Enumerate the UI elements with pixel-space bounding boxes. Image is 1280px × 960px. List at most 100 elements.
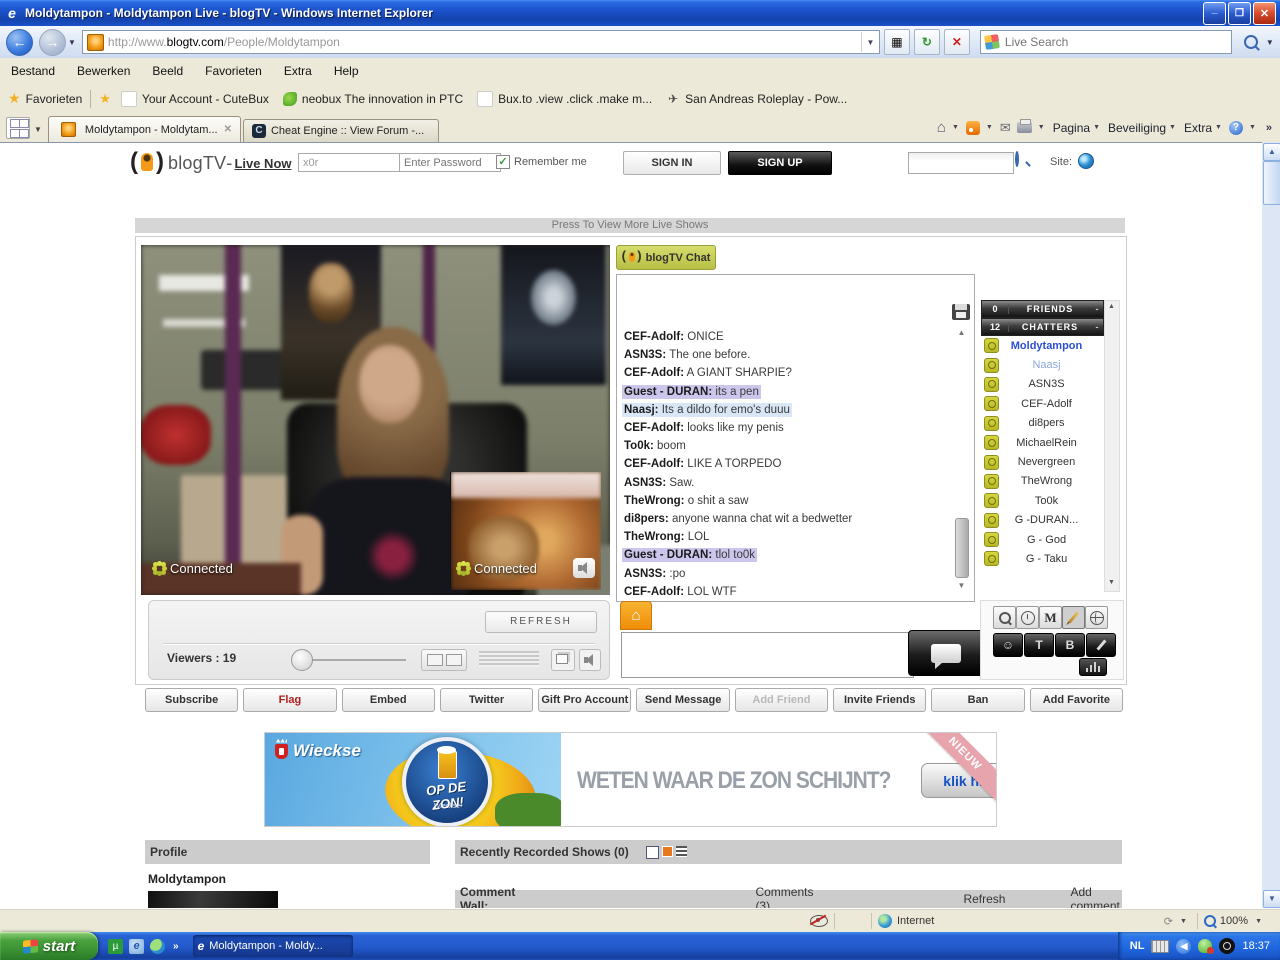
seek-track[interactable]: [301, 659, 406, 661]
scroll-thumb[interactable]: [1263, 161, 1280, 205]
action-button[interactable]: Send Message: [636, 688, 729, 712]
mail-icon[interactable]: ✉: [1000, 120, 1011, 136]
refresh-button[interactable]: ↻: [914, 29, 940, 55]
url-text[interactable]: http://www.blogtv.com/People/Moldytampon: [108, 35, 861, 49]
favorites-link[interactable]: neobux The innovation in PTC: [283, 92, 463, 106]
stop-button[interactable]: ✕: [944, 29, 970, 55]
text-style-button[interactable]: T: [1024, 633, 1054, 657]
roster-scroll-down-icon[interactable]: ▼: [1105, 577, 1118, 589]
menu-item[interactable]: Extra: [273, 64, 323, 78]
list-view-icon[interactable]: [646, 846, 659, 859]
add-favorite-icon[interactable]: ★: [99, 91, 111, 107]
chat-scroll-up-icon[interactable]: ▲: [954, 326, 969, 339]
emoticon-button[interactable]: ☺: [993, 633, 1023, 657]
tab-cheat-engine[interactable]: C Cheat Engine :: View Forum -...: [243, 119, 439, 142]
inset-mute-button[interactable]: [573, 558, 595, 578]
menu-item[interactable]: Help: [323, 64, 370, 78]
rss-icon[interactable]: [966, 121, 980, 135]
msn-status-icon[interactable]: [1198, 939, 1212, 953]
pen-button[interactable]: [1086, 633, 1116, 657]
mute-button[interactable]: [579, 649, 601, 671]
language-button[interactable]: [1085, 606, 1108, 629]
menu-item[interactable]: Beeld: [141, 64, 194, 78]
favorites-link[interactable]: Your Account - CuteBux: [121, 91, 269, 107]
bold-button[interactable]: B: [1055, 633, 1085, 657]
favorites-label[interactable]: Favorieten: [26, 92, 83, 106]
chatters-header[interactable]: 12 CHATTERS -: [981, 318, 1104, 336]
chat-home-tab[interactable]: ⌂: [620, 601, 652, 630]
taskbar-item-ie[interactable]: e Moldytampon - Moldy...: [193, 935, 353, 957]
chatter-row[interactable]: To0k: [981, 491, 1102, 510]
site-search-input[interactable]: [908, 152, 1014, 174]
action-button[interactable]: Gift Pro Account: [538, 688, 631, 712]
compatibility-view-button[interactable]: ▦: [884, 29, 910, 55]
collapse-icon[interactable]: -: [1091, 304, 1103, 314]
roster-scrollbar[interactable]: ▲ ▼: [1104, 300, 1120, 592]
save-chat-icon[interactable]: [952, 304, 970, 320]
chatter-row[interactable]: G - Taku: [981, 549, 1102, 568]
help-icon[interactable]: ?: [1229, 121, 1243, 135]
back-button[interactable]: ←: [6, 29, 33, 56]
utorrent-icon[interactable]: µ: [108, 939, 123, 954]
site-globe-icon[interactable]: [1078, 153, 1094, 169]
password-field[interactable]: [399, 153, 501, 172]
steam-icon[interactable]: [1219, 938, 1235, 954]
menu-item[interactable]: Favorieten: [194, 64, 273, 78]
history-dropdown-icon[interactable]: ▼: [68, 38, 76, 47]
tray-collapse-icon[interactable]: ◀: [1176, 939, 1191, 954]
sign-up-button[interactable]: SIGN UP: [728, 151, 832, 175]
banner-ad[interactable]: Wieckse OP DE ZON! Wieckse WETEN WAAR DE…: [264, 732, 997, 827]
chat-tab[interactable]: () blogTV Chat: [616, 245, 716, 270]
print-icon[interactable]: [1017, 122, 1032, 133]
action-button[interactable]: Add Favorite: [1030, 688, 1123, 712]
detail-view-icon[interactable]: [676, 846, 687, 857]
sound-button[interactable]: [1079, 658, 1107, 676]
live-now-link[interactable]: Live Now: [234, 156, 291, 171]
ie-quicklaunch-icon[interactable]: e: [129, 939, 144, 954]
chatter-row[interactable]: Nevergreen: [981, 452, 1102, 471]
url-dropdown-icon[interactable]: ▼: [861, 32, 879, 52]
chatter-row[interactable]: G - God: [981, 530, 1102, 549]
search-chat-button[interactable]: [993, 606, 1016, 629]
live-search-input[interactable]: [1003, 34, 1231, 50]
start-button[interactable]: start: [0, 932, 98, 960]
search-go-button[interactable]: [1238, 29, 1264, 55]
friends-header[interactable]: 0 FRIENDS -: [981, 300, 1104, 318]
url-field[interactable]: http://www.blogtv.com/People/Moldytampon…: [82, 30, 880, 54]
chatter-row[interactable]: G -DURAN...: [981, 511, 1102, 530]
more-commands-icon[interactable]: »: [1266, 122, 1272, 134]
chatter-row[interactable]: CEF-Adolf: [981, 394, 1102, 413]
quick-tabs-icon[interactable]: [6, 117, 30, 139]
safety-menu[interactable]: Beveiliging: [1108, 121, 1166, 135]
minimize-button[interactable]: [1203, 2, 1226, 25]
search-options-dropdown-icon[interactable]: ▼: [1266, 38, 1274, 47]
font-button[interactable]: M: [1039, 606, 1062, 629]
action-button[interactable]: Ban: [931, 688, 1024, 712]
live-search-box[interactable]: [980, 30, 1232, 54]
chatter-row[interactable]: MichaelRein: [981, 433, 1102, 452]
chat-scrollbar[interactable]: ▲ ▼: [954, 326, 969, 592]
scroll-down-icon[interactable]: ▼: [1263, 890, 1280, 908]
menu-item[interactable]: Bestand: [0, 64, 66, 78]
chat-scroll-down-icon[interactable]: ▼: [954, 579, 969, 592]
maximize-button[interactable]: [1228, 2, 1251, 25]
seek-knob[interactable]: [291, 649, 313, 671]
forward-button[interactable]: →: [39, 29, 66, 56]
profile-thumbnail[interactable]: [148, 891, 278, 908]
popout-button[interactable]: [551, 649, 575, 671]
chatter-row[interactable]: Moldytampon: [981, 336, 1102, 355]
favorites-link[interactable]: San Andreas Roleplay - Pow...: [666, 92, 847, 106]
tools-menu[interactable]: Extra: [1184, 121, 1212, 135]
layout-toggle-button[interactable]: [421, 649, 467, 671]
remember-me-checkbox[interactable]: ✓: [496, 155, 510, 169]
menu-item[interactable]: Bewerken: [66, 64, 141, 78]
webcam-video[interactable]: Connected Connected: [141, 245, 610, 595]
quicklaunch-more-icon[interactable]: »: [173, 941, 179, 952]
action-button[interactable]: Add Friend: [735, 688, 828, 712]
roster-scroll-up-icon[interactable]: ▲: [1105, 301, 1118, 313]
action-button[interactable]: Embed: [342, 688, 435, 712]
chatter-row[interactable]: TheWrong: [981, 472, 1102, 491]
chat-scroll-thumb[interactable]: [955, 518, 969, 578]
keyboard-icon[interactable]: [1151, 940, 1169, 953]
scroll-up-icon[interactable]: ▲: [1263, 143, 1280, 161]
